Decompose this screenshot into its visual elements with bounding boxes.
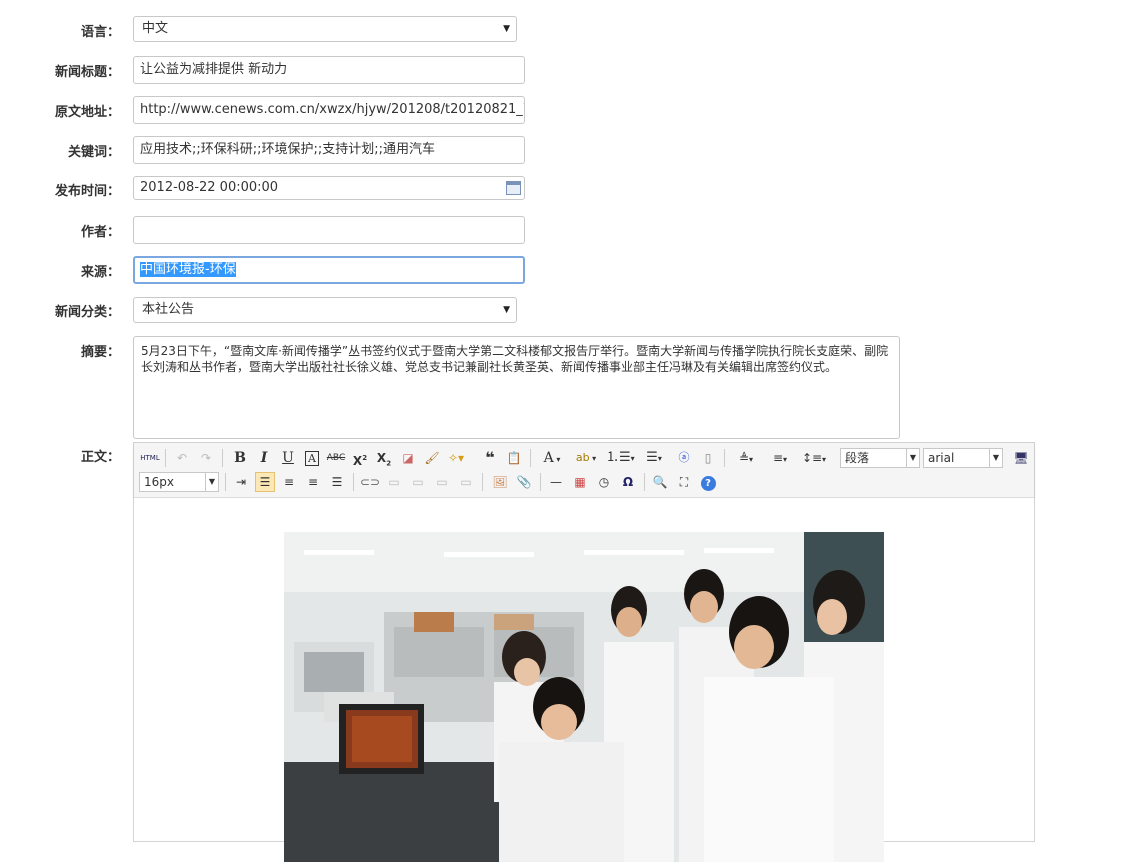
summary-textarea[interactable]: 5月23日下午，“暨南文库·新闻传播学”丛书签约仪式于暨南大学第二文科楼郁文报告…	[133, 336, 900, 439]
editor-content-area[interactable]	[134, 498, 1034, 862]
body-label: 正文：	[80, 450, 120, 465]
toolbar-divider	[165, 449, 166, 467]
origin-input[interactable]: 中国环境报-环保	[133, 256, 525, 284]
background-color-icon[interactable]: ab ▾	[572, 448, 600, 468]
image-left-icon[interactable]: ▭	[408, 472, 428, 492]
indent-icon[interactable]: ⇥	[231, 472, 251, 492]
html-icon[interactable]: HTML	[139, 448, 161, 468]
summary-label: 摘要：	[80, 345, 120, 360]
unordered-list-icon[interactable]: ☰▾	[640, 448, 668, 468]
font-family-combo-value: arial	[928, 451, 955, 465]
editor-toolbar: HTML ↶ ↷ B I U A ABC X2 X2 ◪ 🖌 ✧▾ ❝ 📋 A …	[134, 443, 1034, 498]
chevron-down-icon: ▼	[503, 305, 510, 315]
rich-text-editor[interactable]: HTML ↶ ↷ B I U A ABC X2 X2 ◪ 🖌 ✧▾ ❝ 📋 A …	[133, 442, 1035, 862]
ordered-list-icon[interactable]: ⒈☰▾	[606, 448, 635, 468]
horizontal-rule-icon[interactable]: —	[546, 472, 566, 492]
justify-center-icon[interactable]: ≡	[279, 472, 299, 492]
select-all-icon[interactable]: ⓐ	[674, 448, 694, 468]
attachment-icon[interactable]: 📎	[514, 472, 534, 492]
title-input[interactable]: 让公益为减排提供 新动力	[133, 56, 525, 84]
row-spacing-top-icon[interactable]: ≜▾	[732, 448, 760, 468]
content-photo[interactable]	[284, 532, 884, 862]
find-icon[interactable]: ⛶	[674, 472, 694, 492]
special-char-icon[interactable]: Ω	[618, 472, 638, 492]
language-select[interactable]: 中文 ▼	[133, 16, 517, 42]
toolbar-divider	[222, 449, 223, 467]
toolbar-divider	[530, 449, 531, 467]
superscript-icon[interactable]: X2	[350, 448, 370, 468]
help-icon[interactable]: ?	[698, 472, 718, 492]
clear-doc-icon[interactable]: ▯	[698, 448, 718, 468]
language-label: 语言：	[80, 25, 120, 40]
preview-icon[interactable]: 🖥	[1011, 448, 1031, 468]
source-url-label: 原文地址：	[54, 105, 120, 120]
image-right-icon[interactable]: ▭	[432, 472, 452, 492]
language-value: 中文	[142, 21, 169, 36]
italic-icon[interactable]: I	[254, 448, 274, 468]
date-icon[interactable]: ▦	[570, 472, 590, 492]
line-height-icon[interactable]: ↕≡▾	[800, 448, 828, 468]
origin-value: 中国环境报-环保	[140, 262, 236, 277]
title-label: 新闻标题：	[54, 65, 120, 80]
chevron-down-icon: ▼	[205, 473, 218, 491]
author-input[interactable]	[133, 216, 525, 244]
publish-time-input[interactable]: 2012-08-22 00:00:00	[133, 176, 525, 200]
paste-text-icon[interactable]: 📋	[504, 448, 524, 468]
format-brush-icon[interactable]: 🖌	[422, 448, 442, 468]
bold-icon[interactable]: B	[230, 448, 250, 468]
blockquote-icon[interactable]: ❝	[480, 448, 500, 468]
row-spacing-bottom-icon[interactable]: ≡▾	[766, 448, 794, 468]
chevron-down-icon: ▼	[989, 449, 1002, 467]
auto-format-icon[interactable]: ✧▾	[446, 448, 466, 468]
keywords-input[interactable]: 应用技术;;环保科研;;环境保护;;支持计划;;通用汽车	[133, 136, 525, 164]
justify-left-icon[interactable]: ☰	[255, 472, 275, 492]
toolbar-divider	[482, 473, 483, 491]
publish-time-value: 2012-08-22 00:00:00	[140, 180, 279, 195]
toolbar-divider	[644, 473, 645, 491]
font-border-icon[interactable]: A	[302, 448, 322, 468]
chevron-down-icon: ▼	[503, 24, 510, 34]
origin-label: 来源：	[80, 265, 120, 280]
image-none-icon[interactable]: ▭	[384, 472, 404, 492]
author-label: 作者：	[80, 225, 120, 240]
keywords-label: 关键词：	[67, 145, 120, 160]
lab-scene-image	[284, 532, 884, 862]
link-icon[interactable]: ⊂⊃	[360, 472, 380, 492]
source-url-input[interactable]: http://www.cenews.com.cn/xwzx/hjyw/20120…	[133, 96, 525, 124]
font-family-combo[interactable]: arial ▼	[923, 448, 1003, 468]
category-select[interactable]: 本社公告 ▼	[133, 297, 517, 323]
redo-icon[interactable]: ↷	[196, 448, 216, 468]
publish-time-label: 发布时间：	[54, 184, 120, 199]
font-size-combo-value: 16px	[144, 475, 174, 489]
image-center-icon[interactable]: ▭	[456, 472, 476, 492]
undo-icon[interactable]: ↶	[172, 448, 192, 468]
strikethrough-icon[interactable]: ABC	[326, 448, 346, 468]
paragraph-combo-value: 段落	[845, 451, 870, 465]
toolbar-divider	[225, 473, 226, 491]
font-size-combo[interactable]: 16px ▼	[139, 472, 219, 492]
search-replace-icon[interactable]: 🔍	[650, 472, 670, 492]
eraser-icon[interactable]: ◪	[398, 448, 418, 468]
justify-right-icon[interactable]: ≡	[303, 472, 323, 492]
font-color-icon[interactable]: A ▾	[538, 448, 566, 468]
insert-image-icon[interactable]: 🖼	[490, 472, 510, 492]
justify-full-icon[interactable]: ☰	[327, 472, 347, 492]
category-value: 本社公告	[142, 302, 195, 317]
toolbar-divider	[353, 473, 354, 491]
toolbar-divider	[540, 473, 541, 491]
calendar-icon[interactable]	[506, 181, 521, 195]
paragraph-combo[interactable]: 段落 ▼	[840, 448, 920, 468]
time-icon[interactable]: ◷	[594, 472, 614, 492]
subscript-icon[interactable]: X2	[374, 448, 394, 468]
underline-icon[interactable]: U	[278, 448, 298, 468]
chevron-down-icon: ▼	[906, 449, 919, 467]
toolbar-divider	[724, 449, 725, 467]
category-label: 新闻分类：	[54, 305, 120, 320]
